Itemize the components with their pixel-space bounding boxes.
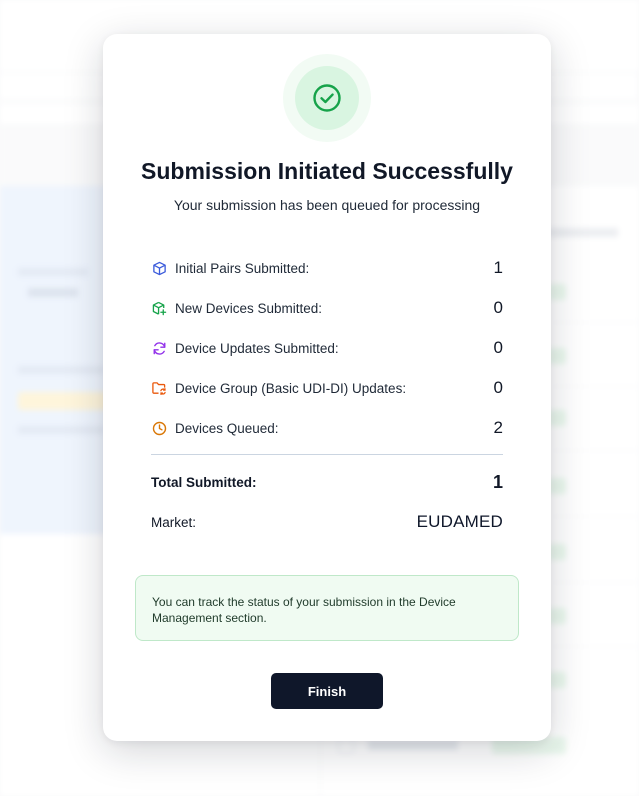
- check-circle-icon: [313, 84, 341, 112]
- stat-value: 0: [493, 298, 503, 317]
- market-row: Market: EUDAMED: [151, 510, 503, 534]
- clock-icon: [151, 420, 167, 436]
- stat-label: Device Group (Basic UDI-DI) Updates:: [175, 380, 407, 396]
- stat-value: 0: [493, 338, 503, 357]
- stat-devices-queued: Devices Queued: 2: [151, 416, 503, 440]
- cube-plus-icon: [151, 300, 167, 316]
- total-submitted-value: 1: [492, 471, 503, 492]
- success-badge: [295, 66, 359, 130]
- stat-new-devices: New Devices Submitted: 0: [151, 296, 503, 320]
- market-label: Market:: [151, 514, 197, 530]
- stat-label: Devices Queued:: [175, 420, 279, 436]
- dialog-subtitle: Your submission has been queued for proc…: [173, 197, 481, 213]
- market-value: EUDAMED: [416, 512, 503, 531]
- stat-label: New Devices Submitted:: [175, 300, 323, 316]
- submission-success-dialog: Submission Initiated Successfully Your s…: [103, 34, 551, 741]
- stat-label: Device Updates Submitted:: [175, 340, 339, 356]
- stat-device-group-updates: Device Group (Basic UDI-DI) Updates: 0: [151, 376, 503, 400]
- stat-value: 0: [493, 378, 503, 397]
- stat-device-updates: Device Updates Submitted: 0: [151, 336, 503, 360]
- stat-value: 1: [493, 258, 503, 277]
- total-submitted-label: Total Submitted:: [151, 474, 257, 490]
- stat-value: 2: [493, 418, 503, 437]
- stat-initial-pairs: Initial Pairs Submitted: 1: [151, 256, 503, 280]
- total-submitted-row: Total Submitted: 1: [151, 470, 503, 494]
- finish-button[interactable]: Finish: [271, 673, 383, 709]
- stats-divider: [151, 454, 503, 455]
- cube-icon: [151, 260, 167, 276]
- refresh-icon: [151, 340, 167, 356]
- stat-label: Initial Pairs Submitted:: [175, 260, 310, 276]
- folder-sync-icon: [151, 380, 167, 396]
- dialog-title: Submission Initiated Successfully: [141, 158, 513, 184]
- tracking-info-note: You can track the status of your submiss…: [135, 575, 519, 641]
